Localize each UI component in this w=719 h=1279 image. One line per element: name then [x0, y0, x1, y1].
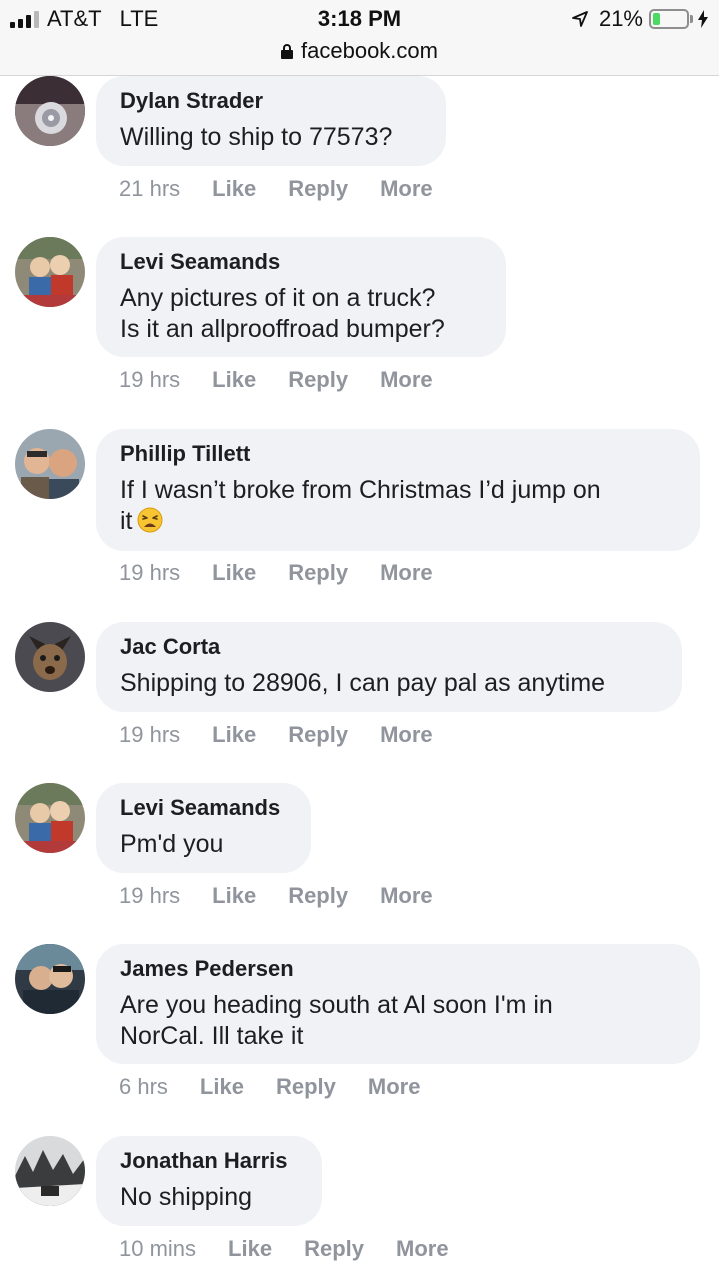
battery-nub	[690, 15, 693, 23]
comment-text: Willing to ship to 77573?	[120, 123, 393, 151]
comment-bubble[interactable]: Dylan Strader Willing to ship to 77573?	[96, 76, 446, 166]
comment-bubble[interactable]: Jonathan Harris No shipping	[96, 1136, 322, 1226]
comment-text: If I wasn’t broke from Christmas I’d jum…	[120, 475, 676, 537]
status-bar: AT&T LTE 3:18 PM facebook.com 21%	[0, 0, 719, 76]
reply-button[interactable]: Reply	[288, 176, 348, 202]
reply-button[interactable]: Reply	[288, 883, 348, 909]
reply-button[interactable]: Reply	[288, 722, 348, 748]
comment-actions: 6 hrs Like Reply More	[119, 1074, 452, 1100]
address-bar[interactable]: facebook.com	[0, 38, 719, 64]
lock-icon	[281, 44, 294, 59]
location-arrow-icon	[572, 11, 588, 27]
more-button[interactable]: More	[368, 1074, 421, 1100]
reply-button[interactable]: Reply	[304, 1236, 364, 1262]
avatar[interactable]	[15, 237, 85, 307]
comment-author[interactable]: Levi Seamands	[120, 795, 287, 821]
comment-actions: 19 hrs Like Reply More	[119, 722, 465, 748]
comment-author[interactable]: Jac Corta	[120, 634, 658, 660]
battery-icon	[649, 9, 689, 29]
comment-actions: 19 hrs Like Reply More	[119, 367, 465, 393]
comment-bubble[interactable]: Levi Seamands Any pictures of it on a tr…	[96, 237, 506, 357]
comment-timestamp[interactable]: 19 hrs	[119, 367, 180, 393]
comment-text: Are you heading south at Al soon I'm in …	[120, 991, 553, 1050]
avatar[interactable]	[15, 783, 85, 853]
comment-text: No shipping	[120, 1183, 253, 1211]
avatar[interactable]	[15, 1136, 85, 1206]
comment-bubble[interactable]: Phillip Tillett If I wasn’t broke from C…	[96, 429, 700, 551]
charging-bolt-icon	[698, 10, 708, 28]
comment-actions: 21 hrs Like Reply More	[119, 176, 465, 202]
comment-bubble[interactable]: Levi Seamands Pm'd you	[96, 783, 311, 873]
avatar[interactable]	[15, 622, 85, 692]
comment-timestamp[interactable]: 19 hrs	[119, 560, 180, 586]
comment-text: Shipping to 28906, I can pay pal as anyt…	[120, 669, 606, 697]
comment-timestamp[interactable]: 6 hrs	[119, 1074, 168, 1100]
reply-button[interactable]: Reply	[288, 560, 348, 586]
comment-text: Pm'd you	[120, 830, 224, 858]
like-button[interactable]: Like	[228, 1236, 272, 1262]
comment-author[interactable]: Jonathan Harris	[120, 1148, 298, 1174]
reply-button[interactable]: Reply	[288, 367, 348, 393]
comment-timestamp[interactable]: 19 hrs	[119, 722, 180, 748]
url-text: facebook.com	[301, 38, 438, 63]
status-right: 21%	[571, 6, 709, 32]
comment-actions: 19 hrs Like Reply More	[119, 560, 465, 586]
comment-bubble[interactable]: James Pedersen Are you heading south at …	[96, 944, 700, 1064]
comment-bubble[interactable]: Jac Corta Shipping to 28906, I can pay p…	[96, 622, 682, 712]
like-button[interactable]: Like	[212, 176, 256, 202]
avatar[interactable]	[15, 429, 85, 499]
more-button[interactable]: More	[380, 176, 433, 202]
comment-actions: 19 hrs Like Reply More	[119, 883, 465, 909]
comment-timestamp[interactable]: 19 hrs	[119, 883, 180, 909]
more-button[interactable]: More	[380, 722, 433, 748]
comment-author[interactable]: Dylan Strader	[120, 88, 422, 114]
comment-timestamp[interactable]: 21 hrs	[119, 176, 180, 202]
battery-fill	[653, 13, 660, 25]
comment-text-content: If I wasn’t broke from Christmas I’d jum…	[120, 476, 601, 535]
comment-text: Any pictures of it on a truck? Is it an …	[120, 284, 445, 343]
like-button[interactable]: Like	[212, 367, 256, 393]
more-button[interactable]: More	[380, 560, 433, 586]
comment-timestamp[interactable]: 10 mins	[119, 1236, 196, 1262]
comment-author[interactable]: Levi Seamands	[120, 249, 482, 275]
avatar[interactable]	[15, 76, 85, 146]
more-button[interactable]: More	[380, 883, 433, 909]
like-button[interactable]: Like	[200, 1074, 244, 1100]
avatar[interactable]	[15, 944, 85, 1014]
comment-author[interactable]: Phillip Tillett	[120, 441, 676, 467]
comment-author[interactable]: James Pedersen	[120, 956, 676, 982]
battery-percent: 21%	[598, 6, 643, 31]
tired-face-emoji-icon	[137, 507, 162, 533]
comment-actions: 10 mins Like Reply More	[119, 1236, 481, 1262]
more-button[interactable]: More	[380, 367, 433, 393]
more-button[interactable]: More	[396, 1236, 449, 1262]
reply-button[interactable]: Reply	[276, 1074, 336, 1100]
like-button[interactable]: Like	[212, 560, 256, 586]
like-button[interactable]: Like	[212, 722, 256, 748]
like-button[interactable]: Like	[212, 883, 256, 909]
